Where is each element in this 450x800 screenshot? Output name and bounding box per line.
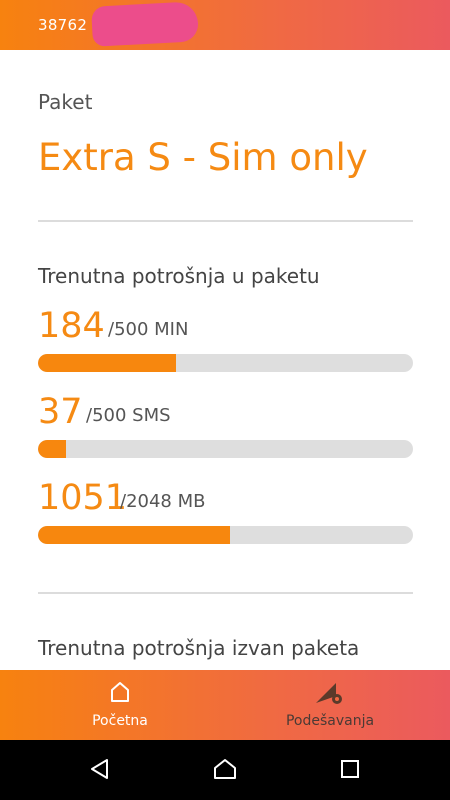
usage-sms: 37 /500 SMS bbox=[38, 392, 413, 458]
main-content[interactable]: Paket Extra S - Sim only Trenutna potroš… bbox=[0, 50, 450, 670]
usage-section-title: Trenutna potrošnja u paketu bbox=[38, 264, 320, 288]
minutes-progress-bar bbox=[38, 354, 413, 372]
data-progress-fill bbox=[38, 526, 231, 544]
recents-icon[interactable] bbox=[339, 757, 361, 785]
package-name: Extra S - Sim only bbox=[38, 136, 368, 179]
nav-settings-tab[interactable]: Podešavanja bbox=[250, 670, 410, 740]
minutes-used: 184 bbox=[38, 306, 105, 346]
usage-minutes: 184 /500 MIN bbox=[38, 306, 413, 372]
back-icon[interactable] bbox=[88, 757, 112, 785]
settings-icon bbox=[314, 680, 346, 710]
app-header: 38762 bbox=[0, 0, 450, 50]
data-progress-bar bbox=[38, 526, 413, 544]
package-label: Paket bbox=[38, 90, 93, 114]
phone-number: 38762 bbox=[38, 16, 88, 34]
redaction-mark bbox=[91, 1, 199, 47]
nav-home-label: Početna bbox=[92, 713, 148, 729]
system-navigation-bar bbox=[0, 740, 450, 800]
sms-used: 37 bbox=[38, 392, 83, 432]
divider bbox=[38, 592, 413, 594]
home-icon bbox=[109, 680, 131, 708]
data-used: 1051 bbox=[38, 478, 128, 518]
minutes-progress-fill bbox=[38, 354, 176, 372]
sms-progress-fill bbox=[38, 440, 66, 458]
usage-data: 1051 /2048 MB bbox=[38, 478, 413, 544]
outside-section-title: Trenutna potrošnja izvan paketa bbox=[38, 636, 360, 660]
sms-progress-bar bbox=[38, 440, 413, 458]
minutes-total: /500 MIN bbox=[108, 319, 189, 340]
data-total: /2048 MB bbox=[120, 491, 206, 512]
divider bbox=[38, 220, 413, 222]
home-icon[interactable] bbox=[212, 757, 238, 785]
sms-total: /500 SMS bbox=[86, 405, 171, 426]
nav-settings-label: Podešavanja bbox=[285, 713, 375, 729]
bottom-navigation: Početna Podešavanja bbox=[0, 670, 450, 740]
nav-home-tab[interactable]: Početna bbox=[40, 670, 200, 740]
